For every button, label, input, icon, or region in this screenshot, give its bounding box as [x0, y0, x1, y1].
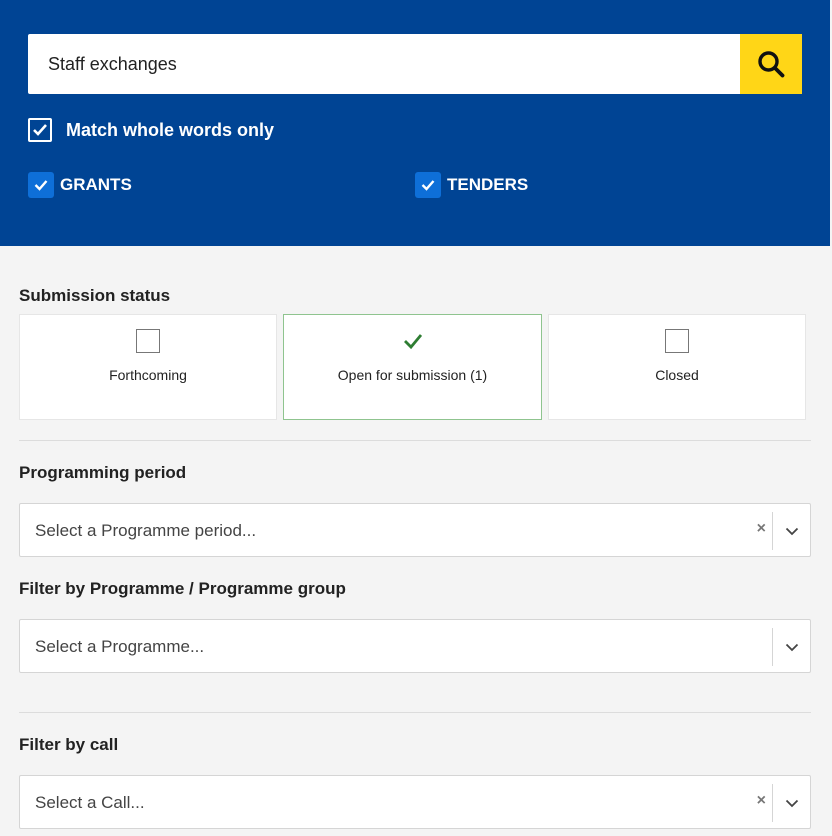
select-placeholder: Select a Call... [35, 793, 145, 812]
tenders-checkbox[interactable]: TENDERS [415, 172, 528, 198]
dropdown-toggle[interactable] [772, 784, 810, 822]
search-button[interactable] [740, 34, 802, 94]
chevron-down-icon [785, 643, 798, 651]
checkbox-empty-icon [136, 329, 160, 353]
checkbox-checked-icon[interactable] [415, 172, 441, 198]
search-icon [758, 51, 785, 78]
search-panel: Match whole words only GRANTS TENDERS [0, 0, 830, 246]
chevron-down-icon [785, 799, 798, 807]
divider [19, 440, 811, 441]
dropdown-toggle[interactable] [772, 628, 810, 666]
call-filter-heading: Filter by call [19, 735, 119, 754]
search-input[interactable] [28, 34, 740, 94]
match-whole-words-label: Match whole words only [66, 119, 275, 140]
status-option-label: Open for submission (1) [337, 367, 488, 383]
programme-select[interactable]: Select a Programme... [19, 619, 811, 673]
clear-icon[interactable]: × [757, 792, 766, 810]
status-forthcoming-option[interactable]: Forthcoming [19, 314, 277, 420]
dropdown-toggle[interactable] [772, 512, 810, 550]
checkbox-empty-icon [665, 329, 689, 353]
grants-label: GRANTS [60, 175, 132, 194]
clear-icon[interactable]: × [757, 520, 766, 538]
status-closed-option[interactable]: Closed [548, 314, 806, 420]
status-open-option[interactable]: Open for submission (1) [283, 314, 542, 420]
submission-status-heading: Submission status [19, 286, 171, 305]
programme-period-select[interactable]: Select a Programme period... × [19, 503, 811, 557]
match-whole-words-checkbox[interactable]: Match whole words only [28, 118, 274, 142]
call-select[interactable]: Select a Call... × [19, 775, 811, 829]
chevron-down-icon [785, 527, 798, 535]
checkbox-checked-icon[interactable] [28, 118, 52, 142]
programming-period-heading: Programming period [19, 463, 187, 482]
grants-checkbox[interactable]: GRANTS [28, 172, 132, 198]
programme-filter-heading: Filter by Programme / Programme group [19, 579, 346, 598]
status-option-label: Forthcoming [109, 367, 187, 383]
search-bar [28, 34, 802, 94]
tenders-label: TENDERS [447, 175, 529, 194]
divider [19, 712, 811, 713]
status-option-label: Closed [655, 367, 699, 383]
check-icon [403, 334, 422, 350]
select-placeholder: Select a Programme period... [35, 521, 257, 540]
select-placeholder: Select a Programme... [35, 637, 205, 656]
checkbox-checked-icon[interactable] [28, 172, 54, 198]
